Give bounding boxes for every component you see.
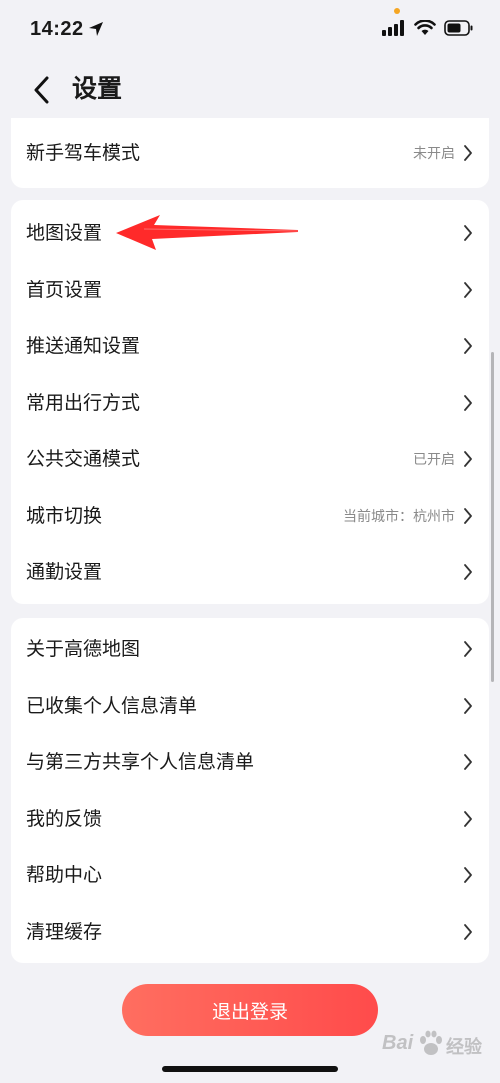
setting-value: 未开启 — [413, 146, 455, 162]
chevron-right-icon — [464, 923, 472, 940]
status-bar: 14:22 — [0, 0, 500, 60]
location-arrow-icon — [89, 22, 103, 36]
setting-row-third-party-share-list[interactable]: 与第三方共享个人信息清单 — [11, 734, 489, 791]
setting-row-city-switch[interactable]: 城市切换 当前城市：杭州市 — [11, 488, 489, 545]
setting-row-commute-settings[interactable]: 通勤设置 — [11, 544, 489, 601]
chevron-right-icon — [464, 564, 472, 581]
setting-row-public-transit-mode[interactable]: 公共交通模式 已开启 — [11, 431, 489, 488]
watermark-text-a: Bai — [382, 1032, 414, 1054]
chevron-right-icon — [464, 451, 472, 468]
setting-row-clear-cache[interactable]: 清理缓存 — [11, 904, 489, 961]
settings-section-driving: 新手驾车模式 未开启 — [11, 118, 489, 188]
chevron-right-icon — [464, 754, 472, 771]
setting-label: 我的反馈 — [26, 807, 103, 830]
chevron-right-icon — [464, 281, 472, 298]
settings-section-general: 地图设置 首页设置 推送通知设置 常用出行方式 公共交通模式 已开启 城市切换 … — [11, 200, 489, 604]
setting-label: 清理缓存 — [26, 920, 103, 943]
setting-row-collected-info-list[interactable]: 已收集个人信息清单 — [11, 678, 489, 735]
setting-label: 与第三方共享个人信息清单 — [26, 751, 255, 774]
setting-label: 帮助中心 — [26, 864, 103, 887]
setting-row-my-feedback[interactable]: 我的反馈 — [11, 791, 489, 848]
wifi-icon — [414, 20, 436, 35]
setting-label: 公共交通模式 — [26, 448, 141, 471]
privacy-indicator-dot — [394, 8, 400, 14]
watermark-text-b: 经验 — [446, 1037, 482, 1057]
chevron-right-icon — [464, 145, 472, 161]
setting-value: 已开启 — [413, 452, 455, 469]
back-arrow-icon — [34, 76, 49, 104]
setting-label: 推送通知设置 — [26, 335, 141, 358]
status-icons — [382, 20, 474, 36]
baidu-jingyan-watermark: Bai 经验 — [382, 1028, 494, 1062]
setting-label: 已收集个人信息清单 — [26, 694, 198, 717]
setting-label: 关于高德地图 — [26, 638, 141, 661]
chevron-right-icon — [464, 641, 472, 658]
chevron-right-icon — [464, 697, 472, 714]
cellular-signal-icon — [382, 20, 404, 36]
setting-row-about[interactable]: 关于高德地图 — [11, 621, 489, 678]
setting-row-push-notifications[interactable]: 推送通知设置 — [11, 318, 489, 375]
status-time: 14:22 — [30, 18, 84, 40]
back-button[interactable] — [26, 74, 56, 106]
setting-value: 当前城市：杭州市 — [343, 508, 455, 525]
setting-label: 城市切换 — [26, 504, 103, 527]
chevron-right-icon — [464, 507, 472, 524]
chevron-right-icon — [464, 867, 472, 884]
setting-label: 首页设置 — [26, 278, 103, 301]
setting-label: 通勤设置 — [26, 561, 103, 584]
page-title: 设置 — [72, 74, 123, 103]
settings-section-about: 关于高德地图 已收集个人信息清单 与第三方共享个人信息清单 我的反馈 帮助中心 … — [11, 618, 489, 963]
setting-row-help-center[interactable]: 帮助中心 — [11, 847, 489, 904]
logout-button[interactable]: 退出登录 — [122, 984, 378, 1036]
setting-row-homepage-settings[interactable]: 首页设置 — [11, 262, 489, 319]
battery-icon — [444, 20, 473, 36]
annotation-arrow-icon — [116, 215, 299, 250]
chevron-right-icon — [464, 338, 472, 355]
chevron-right-icon — [464, 394, 472, 411]
setting-label: 地图设置 — [26, 222, 103, 245]
nav-bar: 设置 — [0, 64, 500, 116]
chevron-right-icon — [464, 225, 472, 242]
setting-label: 常用出行方式 — [26, 391, 141, 414]
setting-row-travel-mode[interactable]: 常用出行方式 — [11, 375, 489, 432]
setting-row-novice-driving-mode[interactable]: 新手驾车模式 未开启 — [11, 118, 489, 188]
chevron-right-icon — [464, 810, 472, 827]
paw-logo-icon — [420, 1030, 442, 1055]
setting-label: 新手驾车模式 — [26, 142, 141, 164]
home-indicator[interactable] — [162, 1066, 338, 1072]
scrollbar[interactable] — [491, 352, 494, 682]
